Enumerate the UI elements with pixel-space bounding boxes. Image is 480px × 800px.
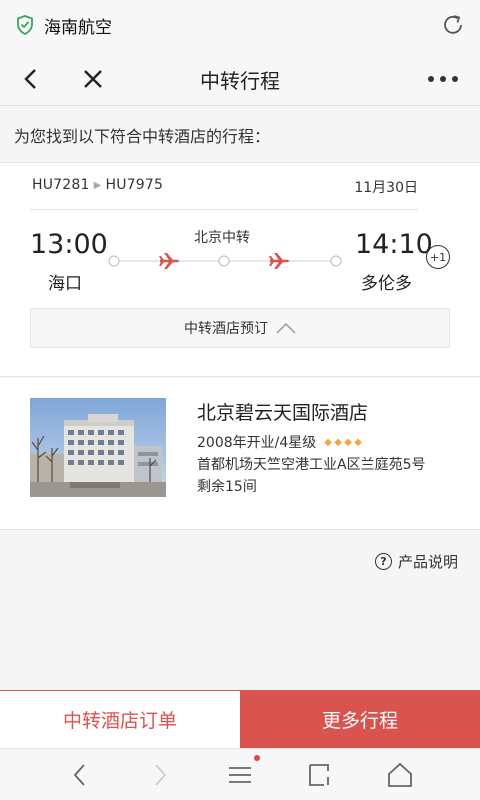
hotel-opening-rating: 2008年开业/4星级 <box>197 435 317 451</box>
trip-card[interactable]: HU7281 ▶ HU7975 11月30日 13:00 海口 北京中转 14:10… <box>0 163 480 377</box>
browser-toolbar <box>0 748 480 800</box>
nav-bar: 中转行程 <box>0 50 480 106</box>
refresh-icon[interactable] <box>440 12 466 38</box>
help-icon: ? <box>374 553 392 570</box>
menu-icon[interactable] <box>226 761 254 789</box>
plane-icon <box>159 253 179 269</box>
notification-dot <box>254 755 260 761</box>
flight-number-1: HU7281 <box>32 177 90 193</box>
diamond-icon: ◆ <box>354 436 362 448</box>
departure-time: 13:00 <box>30 229 108 260</box>
status-bar: 海南航空 <box>0 0 480 50</box>
back-arrow-icon[interactable] <box>66 761 94 789</box>
flight-numbers: HU7281 ▶ HU7975 <box>32 177 163 193</box>
more-trips-button[interactable]: 更多行程 <box>240 690 480 748</box>
hotel-meta: 2008年开业/4星级 ◆ ◆ ◆ ◆ <box>197 432 364 452</box>
hotel-booking-toggle[interactable]: 中转酒店预订 <box>30 308 450 348</box>
transfer-label: 北京中转 <box>194 230 250 246</box>
trip-date: 11月30日 <box>354 180 418 196</box>
route-line <box>108 253 342 269</box>
hotel-item[interactable]: 北京碧云天国际酒店 2008年开业/4星级 ◆ ◆ ◆ ◆ 首都机场天竺空港工业A区兰… <box>0 378 480 530</box>
tabs-icon[interactable] <box>306 761 334 789</box>
divider <box>30 209 418 210</box>
hotel-address: 首都机场天竺空港工业A区兰庭苑5号 <box>197 457 426 473</box>
diamond-icon: ◆ <box>334 436 342 448</box>
flight-separator: ▶ <box>93 180 102 191</box>
chevron-up-icon <box>276 322 296 334</box>
arrival-city: 多伦多 <box>361 274 412 294</box>
product-note-link[interactable]: ? 产品说明 <box>374 551 458 572</box>
more-icon[interactable] <box>428 66 458 92</box>
forward-arrow-icon[interactable] <box>146 761 174 789</box>
hotel-booking-label: 中转酒店预订 <box>184 321 268 337</box>
diamond-icon: ◆ <box>324 436 332 448</box>
shield-icon <box>17 15 33 35</box>
flight-number-2: HU7975 <box>105 177 164 193</box>
star-rating: ◆ ◆ ◆ ◆ <box>324 436 364 448</box>
page-title: 中转行程 <box>200 69 280 93</box>
intro-text: 为您找到以下符合中转酒店的行程： <box>0 107 480 163</box>
hotel-name: 北京碧云天国际酒店 <box>197 402 369 424</box>
bottom-action-bar: 中转酒店订单 更多行程 <box>0 690 480 748</box>
departure-city: 海口 <box>48 274 82 294</box>
diamond-icon: ◆ <box>344 436 352 448</box>
hotel-photo <box>30 398 166 497</box>
home-icon[interactable] <box>386 761 414 789</box>
plane-icon <box>269 253 289 269</box>
rooms-remaining: 剩余15间 <box>197 479 257 495</box>
next-day-badge: +1 <box>426 245 450 269</box>
product-note-label: 产品说明 <box>397 553 458 571</box>
hotel-orders-button[interactable]: 中转酒店订单 <box>0 690 240 748</box>
app-name: 海南航空 <box>44 17 112 38</box>
arrival-time: 14:10 <box>355 229 433 260</box>
